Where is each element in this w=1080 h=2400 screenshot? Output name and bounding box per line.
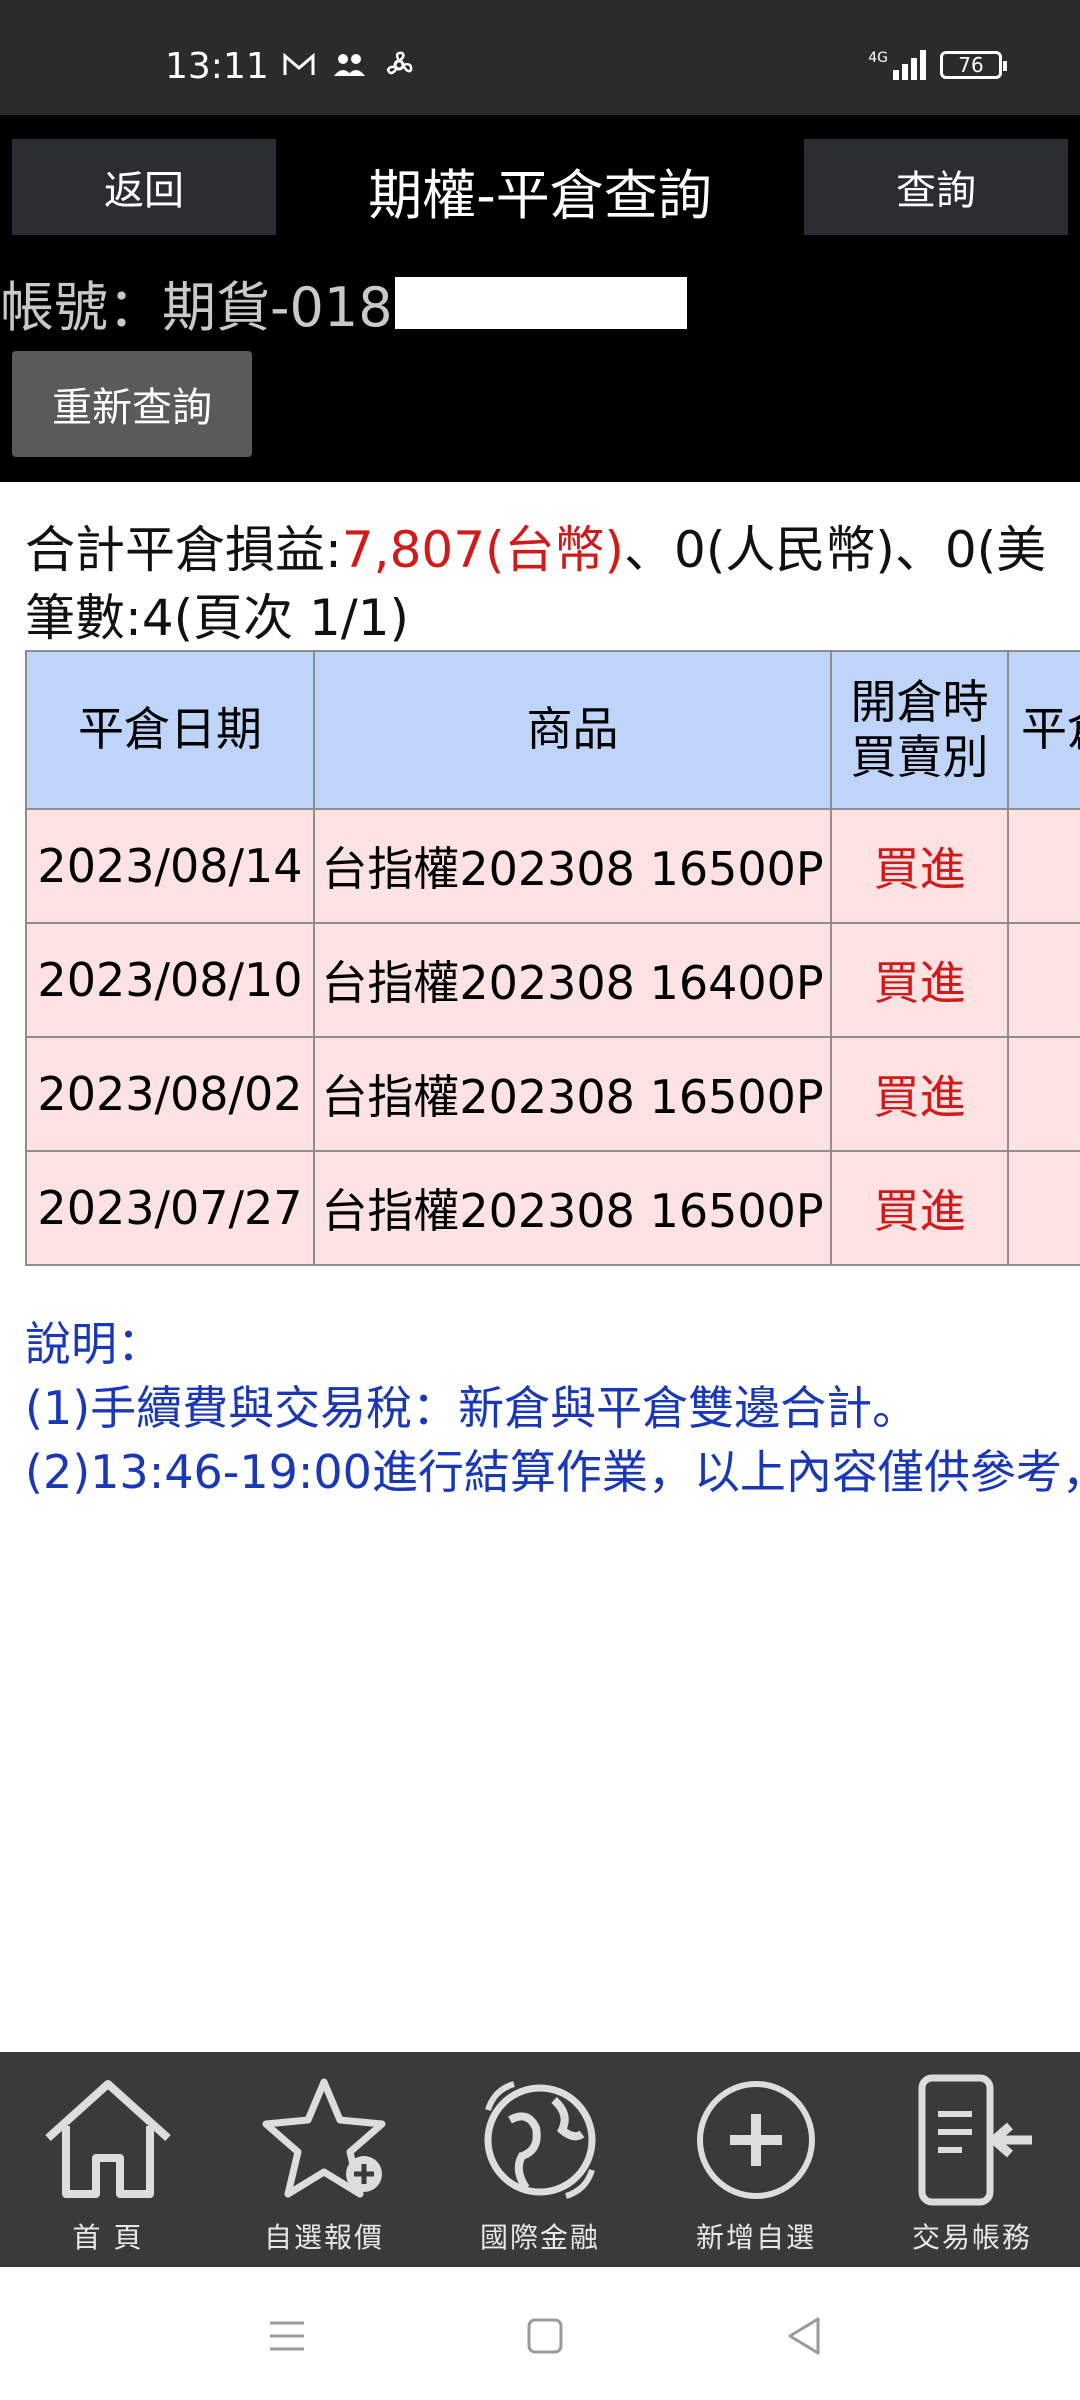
pnl-other-values: 、0(人民幣)、0(美 [624, 521, 1047, 579]
star-add-icon [262, 2078, 386, 2198]
nav-home-label: 首 頁 [72, 2221, 144, 2254]
col-close-side: 平倉 [1007, 650, 1080, 810]
product-cell: 台指權202308 16400P [313, 922, 832, 1038]
plus-circle-icon [697, 2081, 815, 2199]
col-open-side: 開倉時 買賣別 [830, 650, 1009, 810]
page-header: 返回 期權-平倉查詢 查詢 帳號：期貨-018 重新查詢 [0, 115, 1080, 482]
table-row[interactable]: 2023/07/27 台指權202308 16500P 買進 [25, 1150, 1080, 1266]
signal-icon: 4G [868, 50, 926, 80]
pnl-summary: 合計平倉損益:7,807(台幣)、0(人民幣)、0(美 [25, 510, 1046, 582]
nav-watchlist-quotes-label: 自選報價 [263, 2221, 384, 2254]
close-date-cell: 2023/08/14 [25, 808, 315, 924]
close-date-cell: 2023/08/10 [25, 922, 315, 1038]
col-product: 商品 [313, 650, 832, 810]
extra-cell [1007, 922, 1080, 1038]
table-row[interactable]: 2023/08/14 台指權202308 16500P 買進 [25, 808, 1080, 924]
nav-home[interactable]: 首 頁 [0, 2052, 216, 2267]
pnl-twd-value: 7,807(台幣) [341, 521, 625, 579]
nav-add-watchlist[interactable]: 新增自選 [648, 2052, 864, 2267]
notes-title: 說明： [25, 1317, 163, 1371]
table-row[interactable]: 2023/08/02 台指權202308 16500P 買進 [25, 1036, 1080, 1152]
account-info: 帳號：期貨-018 [0, 263, 687, 342]
query-button[interactable]: 查詢 [804, 139, 1068, 235]
close-date-cell: 2023/07/27 [25, 1150, 315, 1266]
notes-section: 說明： (1)手續費與交易稅：新倉與平倉雙邊合計。 (2)13:46-19:00… [25, 1312, 1080, 1504]
nav-international-finance-label: 國際金融 [479, 2221, 600, 2254]
results-table: 平倉日期 商品 開倉時 買賣別 平倉 2023/08/14 台指權202308 … [25, 650, 1080, 1266]
extra-cell [1007, 808, 1080, 924]
home-button-icon[interactable] [520, 2311, 570, 2361]
status-bar: 13:11 4G 76 [0, 0, 1080, 115]
home-icon [45, 2080, 171, 2198]
menu-icon[interactable] [262, 2311, 312, 2361]
record-count: 筆數:4(頁次 1/1) [25, 589, 410, 647]
battery-icon: 76 [940, 51, 1007, 79]
bottom-nav: 首 頁 自選報價 國際金融 新增自選 交易帳務 [0, 2052, 1080, 2267]
col-close-date: 平倉日期 [25, 650, 315, 810]
requery-button[interactable]: 重新查詢 [12, 351, 252, 457]
side-cell: 買進 [830, 808, 1009, 924]
side-cell: 買進 [830, 1036, 1009, 1152]
nav-international-finance[interactable]: 國際金融 [432, 2052, 648, 2267]
side-cell: 買進 [830, 1150, 1009, 1266]
nav-add-watchlist-label: 新增自選 [695, 2221, 816, 2254]
system-status: 4G 76 [868, 50, 1007, 80]
table-header-row: 平倉日期 商品 開倉時 買賣別 平倉 [25, 650, 1080, 810]
back-icon[interactable] [780, 2311, 830, 2361]
page-title: 期權-平倉查詢 [368, 164, 712, 227]
notes-line-1: (1)手續費與交易稅：新倉與平倉雙邊合計。 [25, 1381, 919, 1435]
nav-watchlist-quotes[interactable]: 自選報價 [216, 2052, 432, 2267]
phone-transaction-icon [918, 2074, 1032, 2206]
main-content: 合計平倉損益:7,807(台幣)、0(人民幣)、0(美 筆數:4(頁次 1/1)… [0, 482, 1080, 2052]
extra-cell [1007, 1036, 1080, 1152]
close-date-cell: 2023/08/02 [25, 1036, 315, 1152]
pnl-label: 合計平倉損益: [25, 521, 342, 579]
product-cell: 台指權202308 16500P [313, 808, 832, 924]
mail-icon [282, 50, 316, 88]
notes-line-2: (2)13:46-19:00進行結算作業，以上內容僅供參考， [25, 1445, 1080, 1499]
notification-icons [282, 50, 416, 88]
product-cell: 台指權202308 16500P [313, 1036, 832, 1152]
nav-trading-account-label: 交易帳務 [911, 2221, 1032, 2254]
account-redaction [394, 276, 687, 329]
system-nav-bar [0, 2267, 1080, 2400]
extra-cell [1007, 1150, 1080, 1266]
globe-icon [484, 2081, 596, 2199]
table-row[interactable]: 2023/08/10 台指權202308 16400P 買進 [25, 922, 1080, 1038]
account-label: 帳號：期貨-018 [0, 276, 393, 339]
nav-trading-account[interactable]: 交易帳務 [864, 2052, 1080, 2267]
fan-icon [382, 50, 416, 88]
battery-level: 76 [958, 53, 984, 77]
people-icon [332, 50, 366, 88]
product-cell: 台指權202308 16500P [313, 1150, 832, 1266]
side-cell: 買進 [830, 922, 1009, 1038]
back-button[interactable]: 返回 [12, 139, 276, 235]
status-time: 13:11 [165, 46, 269, 87]
